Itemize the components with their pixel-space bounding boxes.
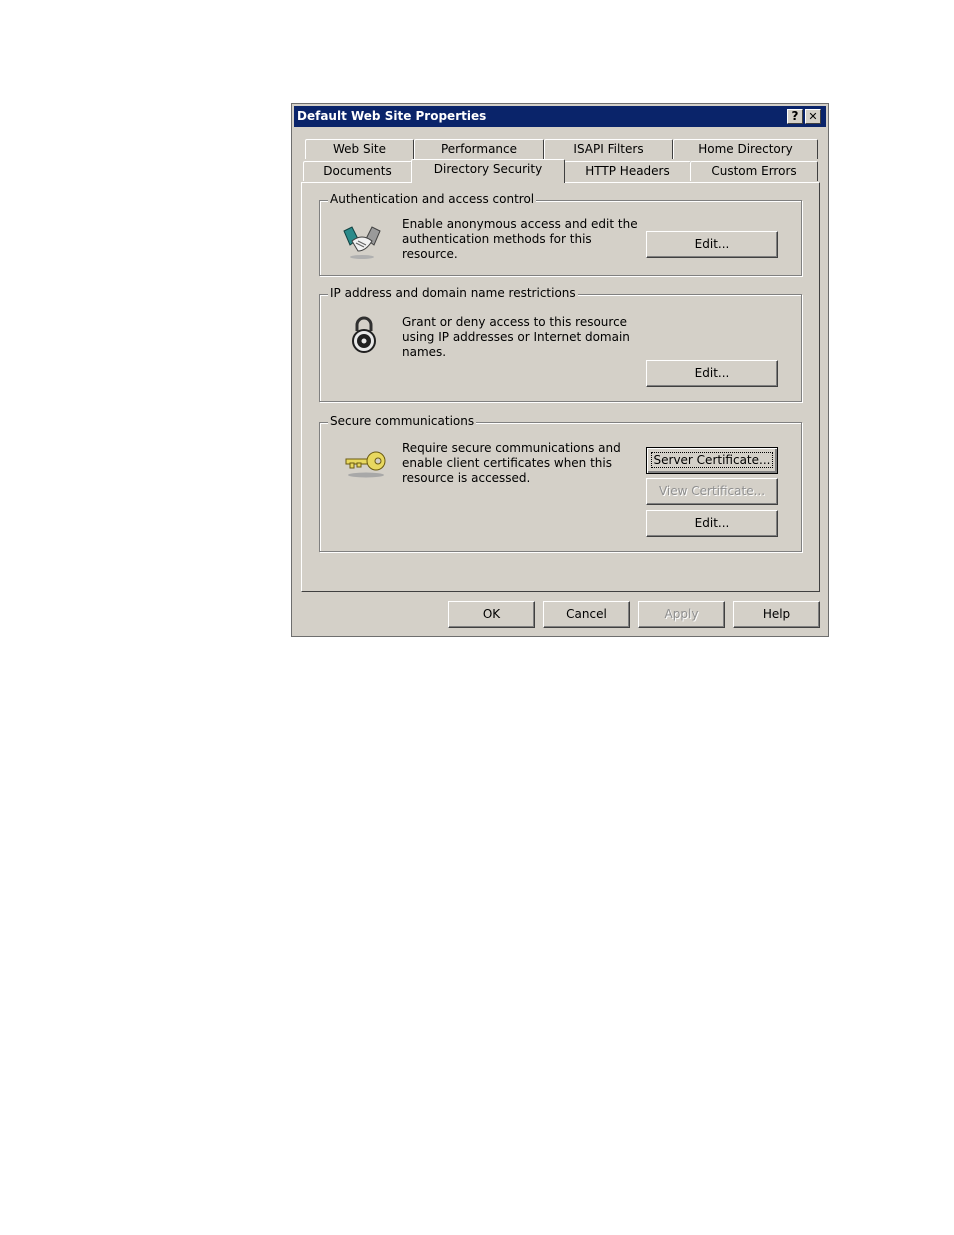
server-certificate-label: Server Certificate... xyxy=(650,452,774,468)
handshake-icon xyxy=(343,226,381,259)
help-button[interactable]: Help xyxy=(733,601,820,628)
tab-web-site[interactable]: Web Site xyxy=(305,139,414,159)
cancel-button[interactable]: Cancel xyxy=(543,601,630,628)
secure-group: Secure communications Require secure com… xyxy=(319,414,802,552)
tab-directory-security[interactable]: Directory Security xyxy=(411,159,565,183)
server-certificate-button[interactable]: Server Certificate... xyxy=(646,447,778,474)
ok-label: OK xyxy=(482,607,501,621)
ip-edit-button[interactable]: Edit... xyxy=(646,360,778,387)
auth-group: Authentication and access control Enable… xyxy=(319,192,802,276)
auth-group-title: Authentication and access control xyxy=(328,192,537,206)
secure-group-title: Secure communications xyxy=(328,414,477,428)
tab-custom-errors[interactable]: Custom Errors xyxy=(690,161,818,181)
title-bar[interactable]: Default Web Site Properties ? ✕ xyxy=(294,106,826,127)
window-title: Default Web Site Properties xyxy=(297,109,487,123)
view-certificate-button[interactable]: View Certificate... xyxy=(646,478,778,505)
auth-edit-button[interactable]: Edit... xyxy=(646,231,778,258)
help-title-button[interactable]: ? xyxy=(787,109,803,124)
tab-performance[interactable]: Performance xyxy=(414,139,544,159)
ip-group: IP address and domain name restrictions … xyxy=(319,286,802,402)
apply-button[interactable]: Apply xyxy=(638,601,725,628)
apply-label: Apply xyxy=(664,607,699,621)
padlock-icon xyxy=(352,316,376,353)
ip-description: Grant or deny access to this resource us… xyxy=(402,315,630,359)
tab-documents[interactable]: Documents xyxy=(303,161,412,181)
ok-button[interactable]: OK xyxy=(448,601,535,628)
ip-edit-label: Edit... xyxy=(694,366,730,380)
view-certificate-label: View Certificate... xyxy=(658,484,766,498)
properties-dialog: Default Web Site Properties ? ✕ Web Site… xyxy=(291,103,829,637)
tab-isapi-filters[interactable]: ISAPI Filters xyxy=(544,139,673,159)
secure-edit-button[interactable]: Edit... xyxy=(646,510,778,537)
auth-description: Enable anonymous access and edit the aut… xyxy=(402,217,638,261)
help-label: Help xyxy=(762,607,791,621)
tab-http-headers[interactable]: HTTP Headers xyxy=(564,161,691,181)
cancel-label: Cancel xyxy=(566,607,607,621)
close-button[interactable]: ✕ xyxy=(805,109,821,124)
tab-home-directory[interactable]: Home Directory xyxy=(673,139,818,159)
tab-panel: Authentication and access control Enable… xyxy=(301,182,820,592)
secure-edit-label: Edit... xyxy=(694,516,730,530)
ip-group-title: IP address and domain name restrictions xyxy=(328,286,578,300)
key-icon xyxy=(345,451,386,478)
auth-edit-label: Edit... xyxy=(694,237,730,251)
secure-description: Require secure communications and enable… xyxy=(402,441,621,485)
